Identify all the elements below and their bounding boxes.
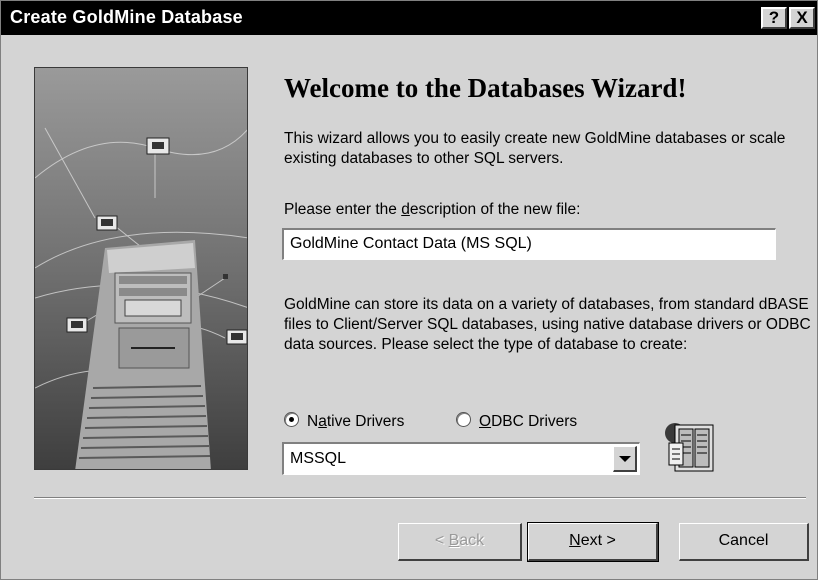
title-bar[interactable]: Create GoldMine Database ? X	[1, 1, 817, 35]
close-icon: X	[796, 8, 808, 27]
wizard-heading: Welcome to the Databases Wizard!	[284, 73, 687, 103]
odbc-drivers-radio[interactable]: ODBC Drivers	[456, 412, 577, 435]
wizard-artwork	[34, 67, 248, 470]
close-button[interactable]: X	[789, 7, 815, 29]
database-server-icon	[665, 423, 714, 472]
native-drivers-radio[interactable]: Native Drivers	[284, 412, 404, 435]
radio-unchecked-icon[interactable]	[456, 412, 471, 428]
back-button[interactable]: < Back	[398, 523, 522, 561]
help-button[interactable]: ?	[761, 7, 787, 29]
wizard-window: Create GoldMine Database ? X Welcome to …	[0, 0, 818, 580]
next-button[interactable]: Next >	[527, 522, 659, 562]
intro-text: This wizard allows you to easily create …	[284, 130, 786, 167]
database-type-select[interactable]: MSSQL	[282, 442, 640, 475]
database-info-text: GoldMine can store its data on a variety…	[284, 296, 811, 353]
cancel-button[interactable]: Cancel	[679, 523, 809, 561]
help-icon: ?	[768, 8, 780, 27]
description-input[interactable]: GoldMine Contact Data (MS SQL)	[282, 228, 776, 260]
database-type-value: MSSQL	[290, 450, 347, 467]
button-divider	[34, 497, 806, 499]
radio-checked-icon[interactable]	[284, 412, 299, 428]
chevron-down-icon[interactable]	[613, 446, 637, 472]
description-label: Please enter the description of the new …	[284, 201, 581, 218]
window-title: Create GoldMine Database	[10, 7, 243, 27]
network-server-illustration-icon	[35, 68, 247, 469]
